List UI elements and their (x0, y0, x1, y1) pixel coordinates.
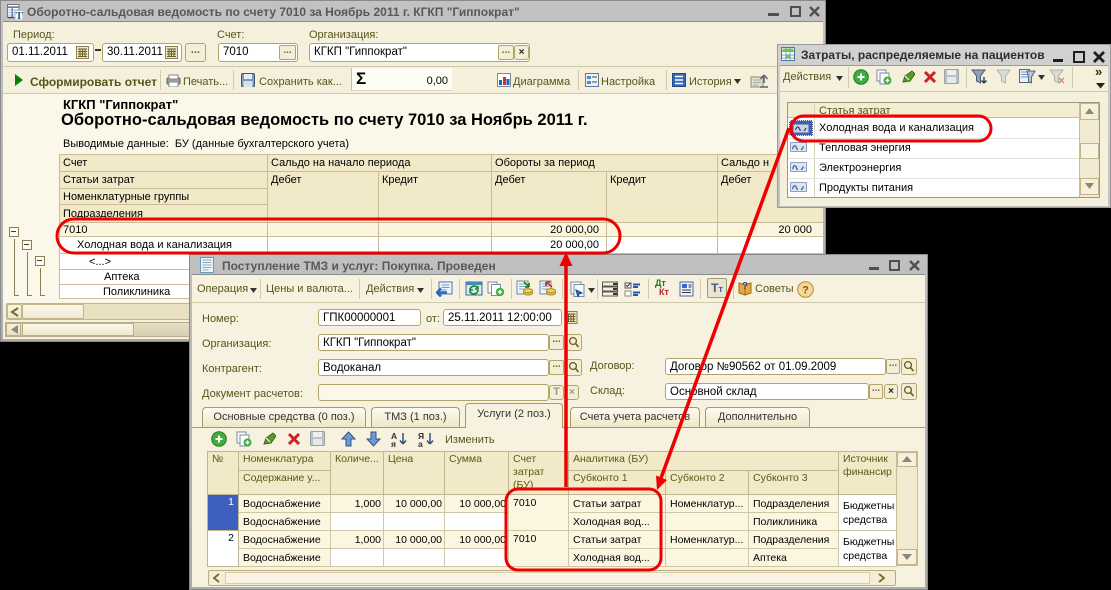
svg-text:я: я (391, 439, 396, 447)
svg-text:?: ? (742, 281, 748, 292)
svg-text:?: ? (802, 285, 809, 297)
svg-text:а: а (418, 439, 423, 447)
svg-text:T: T (16, 11, 23, 20)
